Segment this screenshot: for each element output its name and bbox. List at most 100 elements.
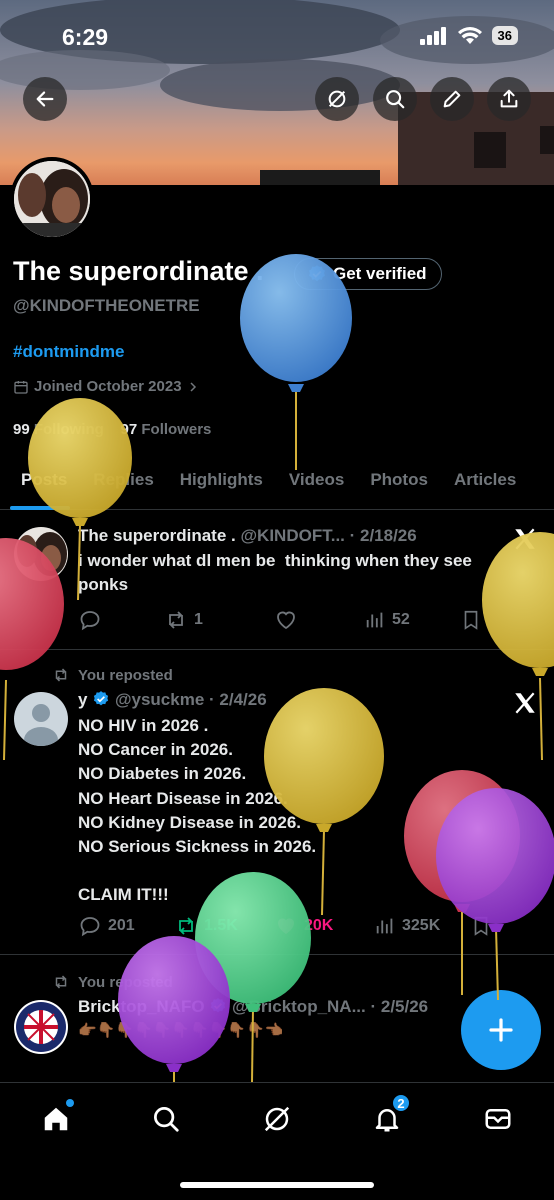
views-count: 52 bbox=[392, 611, 410, 628]
like-count: 20K bbox=[304, 917, 334, 934]
reply-button[interactable] bbox=[78, 608, 164, 632]
post-header: Bricktop_NAFO @Bricktop_NA... · 2/5/26 bbox=[78, 997, 428, 1017]
like-button[interactable]: 20K bbox=[274, 914, 374, 938]
followers-label: Followers bbox=[141, 421, 212, 438]
tab-photos[interactable]: Photos bbox=[357, 470, 441, 510]
search-button[interactable] bbox=[373, 77, 417, 121]
post-author-avatar[interactable] bbox=[14, 692, 68, 746]
search-icon bbox=[154, 1107, 179, 1132]
followers-count: 97 bbox=[120, 421, 138, 438]
heart-icon bbox=[277, 611, 295, 630]
verified-badge-icon bbox=[94, 691, 109, 706]
status-icons: 36 bbox=[419, 26, 518, 45]
post-actions: 1 52 bbox=[78, 608, 498, 632]
tab-videos[interactable]: Videos bbox=[276, 470, 357, 510]
views-button[interactable]: 52 bbox=[364, 609, 460, 631]
post-author-avatar[interactable] bbox=[14, 1000, 68, 1054]
status-time: 6:29 bbox=[62, 24, 109, 50]
x-logo-icon bbox=[515, 692, 535, 714]
post-author-name[interactable]: Bricktop_NAFO bbox=[78, 997, 205, 1016]
nav-search[interactable] bbox=[146, 1099, 186, 1139]
post-header: y @ysuckme · 2/4/26 bbox=[78, 690, 267, 710]
like-button[interactable] bbox=[274, 608, 364, 632]
post-meta: @KINDOFT... · 2/18/26 bbox=[240, 526, 417, 545]
chevron-right-icon[interactable] bbox=[187, 381, 199, 393]
nav-messages[interactable] bbox=[478, 1099, 518, 1139]
post-item[interactable]: The superordinate . @KINDOFT... · 2/18/2… bbox=[0, 510, 554, 650]
battery-indicator: 36 bbox=[491, 26, 518, 45]
search-icon bbox=[386, 90, 405, 109]
compose-button[interactable] bbox=[461, 990, 541, 1070]
reply-button[interactable]: 201 bbox=[78, 914, 174, 938]
heart-icon bbox=[278, 918, 294, 934]
post-author-avatar[interactable] bbox=[14, 527, 68, 581]
tab-highlights[interactable]: Highlights bbox=[167, 470, 276, 510]
tab-posts[interactable]: Posts bbox=[0, 470, 80, 510]
post-meta: @Bricktop_NA... · 2/5/26 bbox=[232, 997, 429, 1016]
post-meta: @ysuckme · 2/4/26 bbox=[114, 690, 267, 709]
post-text: i wonder what dl men be thinking when th… bbox=[78, 551, 477, 595]
post-author-name[interactable]: y bbox=[78, 690, 87, 709]
post-author-name[interactable]: The superordinate . bbox=[78, 526, 236, 545]
tab-replies[interactable]: Replies bbox=[80, 470, 166, 510]
share-icon bbox=[500, 89, 518, 108]
repost-icon bbox=[179, 917, 193, 935]
profile-tabs: Posts Replies Highlights Videos Photos A… bbox=[0, 470, 554, 510]
reply-icon bbox=[80, 611, 100, 631]
grok-icon bbox=[264, 1106, 290, 1132]
repost-icon bbox=[55, 668, 67, 682]
grok-button[interactable] bbox=[315, 77, 359, 121]
verified-badge-icon bbox=[309, 265, 325, 282]
repost-indicator: You reposted bbox=[52, 666, 173, 684]
views-icon bbox=[376, 918, 393, 934]
following-count: 99 bbox=[13, 421, 30, 438]
edit-icon bbox=[443, 90, 461, 108]
profile-handle: @KINDOFTHEONETRE bbox=[13, 296, 200, 315]
repost-label: You reposted bbox=[78, 973, 173, 991]
wifi-icon bbox=[457, 26, 482, 44]
notifications-badge: 2 bbox=[391, 1093, 411, 1113]
repost-count: 1.5K bbox=[204, 917, 238, 934]
reply-count: 201 bbox=[108, 917, 135, 934]
grok-icon bbox=[328, 90, 346, 108]
back-arrow-icon bbox=[36, 91, 54, 107]
profile-avatar[interactable] bbox=[10, 157, 94, 241]
calendar-icon bbox=[14, 380, 28, 394]
edit-button[interactable] bbox=[430, 77, 474, 121]
post-actions: 201 1.5K 20K 325K bbox=[78, 914, 498, 938]
views-button[interactable]: 325K bbox=[374, 915, 470, 937]
bookmark-icon[interactable] bbox=[470, 915, 492, 937]
tab-articles[interactable]: Articles bbox=[441, 470, 529, 510]
plus-icon bbox=[489, 1018, 513, 1042]
nav-home[interactable] bbox=[36, 1099, 76, 1139]
back-button[interactable] bbox=[23, 77, 67, 121]
joined-label: Joined October 2023 bbox=[34, 378, 182, 395]
repost-count: 1 bbox=[194, 611, 203, 628]
repost-label: You reposted bbox=[78, 666, 173, 684]
get-verified-button[interactable]: Get verified bbox=[294, 258, 442, 290]
signal-icon bbox=[419, 26, 446, 45]
home-indicator bbox=[180, 1182, 374, 1188]
post-text: NO HIV in 2026 . NO Cancer in 2026. NO D… bbox=[78, 716, 317, 905]
joined-date: Joined October 2023 bbox=[13, 378, 199, 395]
nav-grok[interactable] bbox=[257, 1099, 297, 1139]
followers-link[interactable]: 97 Followers bbox=[121, 421, 212, 438]
post-text: 👉🏾👇🏾👇🏾👇🏾👇🏾👇🏾👇🏾👇🏾👇🏾👇🏾👈🏾 bbox=[78, 1022, 284, 1039]
repost-button[interactable]: 1 bbox=[164, 608, 274, 632]
nav-notifications[interactable]: 2 bbox=[367, 1093, 411, 1139]
post-item[interactable]: You reposted y @ysuckme · 2/4/26 NO HIV … bbox=[0, 650, 554, 955]
following-label: Following bbox=[33, 421, 104, 438]
views-count: 325K bbox=[402, 917, 441, 934]
following-link[interactable]: 99 Following bbox=[13, 421, 104, 438]
profile-bio-hashtag[interactable]: #dontmindme bbox=[13, 342, 124, 362]
get-verified-label: Get verified bbox=[333, 264, 427, 283]
repost-icon bbox=[55, 975, 67, 989]
repost-button[interactable]: 1.5K bbox=[174, 914, 274, 938]
post-header: The superordinate . @KINDOFT... · 2/18/2… bbox=[78, 526, 417, 546]
share-button[interactable] bbox=[487, 77, 531, 121]
bookmark-icon[interactable] bbox=[460, 609, 482, 631]
repost-indicator: You reposted bbox=[52, 973, 173, 991]
repost-icon bbox=[169, 611, 183, 629]
home-icon bbox=[44, 1107, 68, 1131]
verified-badge-icon bbox=[211, 998, 226, 1013]
